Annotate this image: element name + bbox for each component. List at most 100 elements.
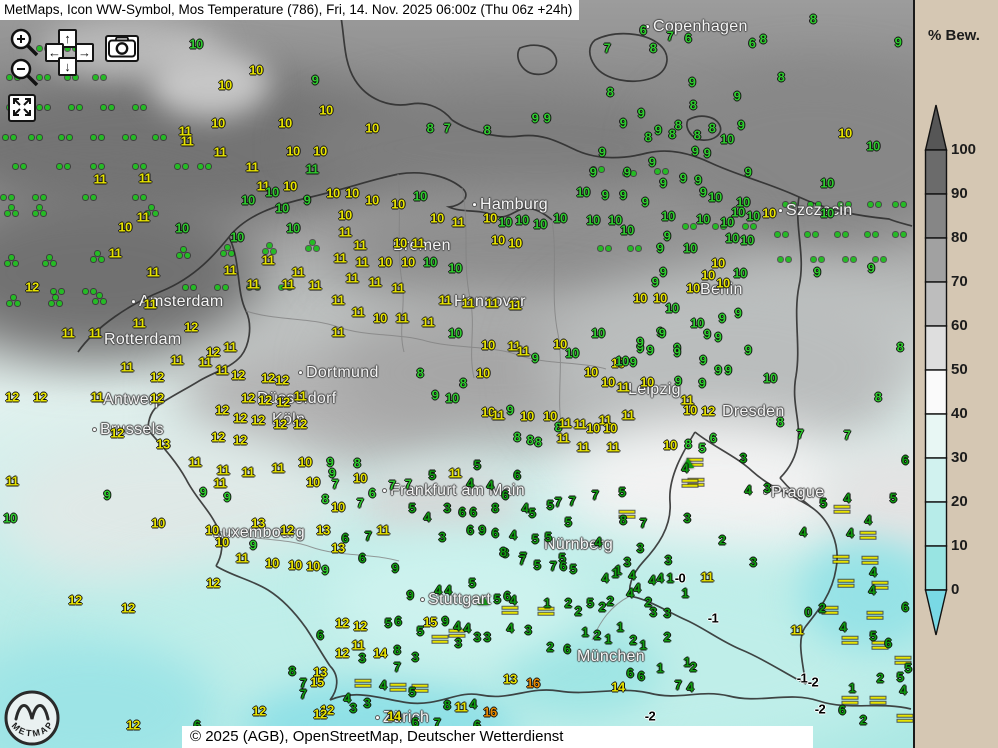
temp-value: 7 (592, 488, 599, 503)
temp-value: 6 (640, 23, 647, 38)
temp-value: 11 (517, 344, 530, 359)
temp-value: 8 (535, 435, 542, 450)
temp-value: 6 (317, 628, 324, 643)
weather-map[interactable]: CopenhagenSzczecinHamburgBremenHannoverB… (0, 0, 913, 748)
temp-value: 2 (664, 630, 671, 645)
temp-value: 10 (275, 201, 288, 216)
temp-value: 5 (699, 441, 706, 456)
legend-tick-label: 90 (951, 185, 991, 203)
temp-value: 4 (844, 491, 851, 506)
temp-value: 11 (262, 253, 275, 268)
temp-value: 8 (492, 501, 499, 516)
temp-value: 8 (685, 437, 692, 452)
temp-value: 12 (206, 345, 219, 360)
temp-value: 5 (494, 592, 501, 607)
fullscreen-button[interactable] (8, 94, 36, 122)
temp-value: 9 (745, 165, 752, 180)
zoom-out-button[interactable] (9, 58, 40, 91)
temp-value: 10 (533, 217, 546, 232)
temp-value: 9 (392, 561, 399, 576)
temp-value: 13 (331, 541, 344, 556)
pan-right-button[interactable]: → (75, 43, 94, 62)
temp-value: 10 (481, 338, 494, 353)
temp-value: 9 (719, 311, 726, 326)
temp-value: 8 (289, 664, 296, 679)
temp-value: 9 (432, 388, 439, 403)
temp-value: 4 (470, 697, 477, 712)
temp-value: 9 (868, 261, 875, 276)
temp-value: 6 (359, 551, 366, 566)
temp-value: 3 (455, 636, 462, 651)
legend-scale (923, 103, 951, 644)
screenshot-button[interactable] (105, 35, 139, 62)
temp-value: 9 (599, 145, 606, 160)
temp-value: 2 (547, 640, 554, 655)
temp-value: 6 (902, 600, 909, 615)
temp-value: 12 (261, 371, 274, 386)
temp-value: -2 (815, 702, 826, 717)
temp-value: 10 (265, 556, 278, 571)
temp-value: 9 (620, 188, 627, 203)
temp-value: 5 (429, 468, 436, 483)
temp-value: 9 (655, 123, 662, 138)
temp-value: 11 (217, 463, 230, 478)
temp-value: 3 (412, 650, 419, 665)
temp-value: 10 (286, 221, 299, 236)
temp-value: 7 (389, 478, 396, 493)
temp-value: 3 (359, 651, 366, 666)
temp-value: 11 (137, 210, 150, 225)
pan-down-button[interactable]: ↓ (58, 57, 77, 76)
temp-value: 7 (332, 477, 339, 492)
temp-value: 10 (249, 63, 262, 78)
temp-value: 11 (791, 623, 804, 638)
temp-value: 12 (110, 426, 123, 441)
temp-value: 9 (660, 176, 667, 191)
temp-value: 8 (394, 643, 401, 658)
temp-value: 9 (638, 106, 645, 121)
legend-tick-label: 30 (951, 449, 991, 467)
temp-value: 10 (326, 186, 339, 201)
temp-value: 1 (667, 571, 674, 586)
temp-value: 15 (310, 675, 323, 690)
temp-value: 3 (684, 511, 691, 526)
temp-value: 9 (700, 185, 707, 200)
temp-value: 12 (150, 370, 163, 385)
temp-value: 6 (685, 31, 692, 46)
temp-value: 10 (553, 211, 566, 226)
temp-value: 9 (715, 330, 722, 345)
temp-value: 11 (242, 465, 255, 480)
temp-value: 10 (445, 391, 458, 406)
temp-value: 3 (665, 553, 672, 568)
temp-value: 1 (640, 638, 647, 653)
temp-value: 10 (265, 185, 278, 200)
temp-value: 10 (365, 193, 378, 208)
temp-value: 4 (629, 568, 636, 583)
temp-value: 12 (353, 619, 366, 634)
temp-value: 8 (444, 698, 451, 713)
temp-value: 11 (334, 251, 347, 266)
temp-value: 10 (838, 126, 851, 141)
temp-value: 16 (526, 676, 539, 691)
temp-value: 14 (373, 646, 386, 661)
temp-value: 11 (224, 263, 237, 278)
temp-value: 10 (708, 190, 721, 205)
temp-value: 12 (126, 718, 139, 733)
temp-value: 10 (591, 326, 604, 341)
temp-value: 8 (514, 430, 521, 445)
temp-value: 9 (725, 363, 732, 378)
temp-value: 8 (620, 513, 627, 528)
temp-value: 10 (373, 311, 386, 326)
temp-value: 9 (602, 188, 609, 203)
temp-value: 9 (735, 306, 742, 321)
temp-value: 10 (218, 78, 231, 93)
temp-value: 11 (246, 160, 259, 175)
temp-value: 10 (690, 316, 703, 331)
temp-value: 3 (484, 630, 491, 645)
temp-value: 11 (346, 271, 359, 286)
temp-value: 12 (215, 403, 228, 418)
temp-value: 16 (483, 705, 496, 720)
temp-value: 3 (364, 696, 371, 711)
temp-value: 12 (231, 368, 244, 383)
temp-value: 12 (280, 523, 293, 538)
temp-value: 11 (354, 238, 367, 253)
